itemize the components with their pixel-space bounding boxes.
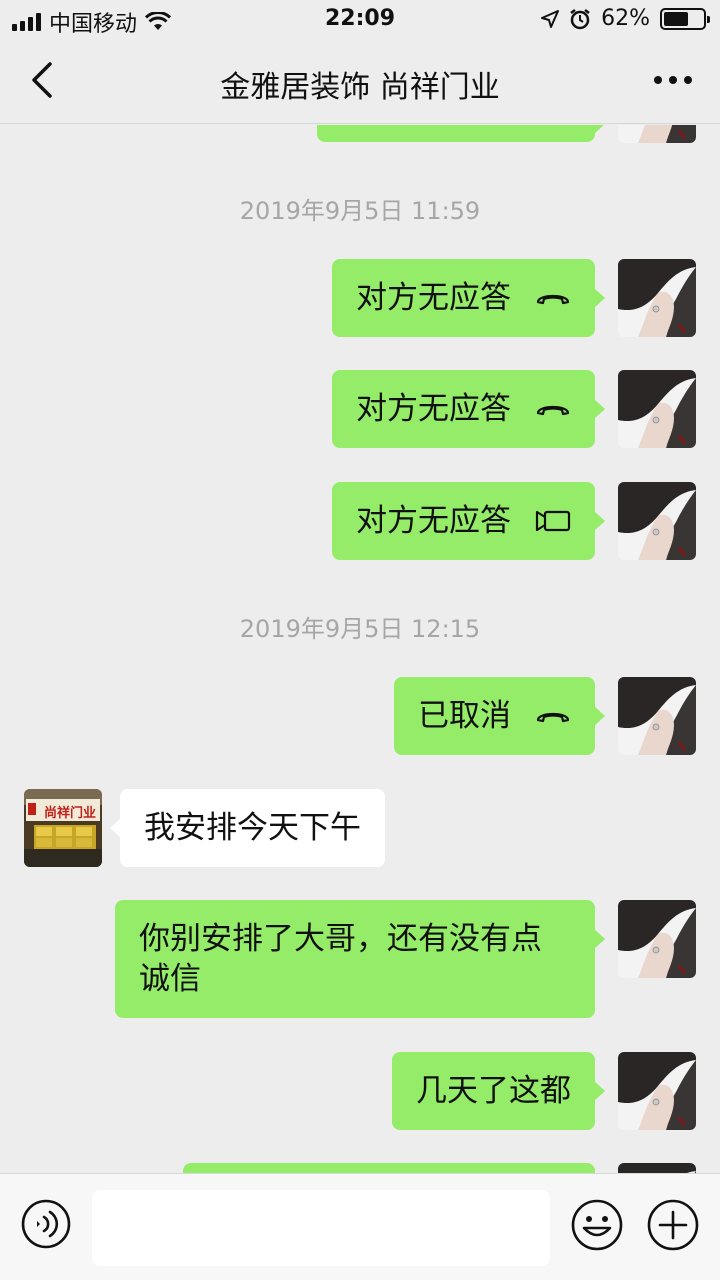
call-status-text: 对方无应答 xyxy=(356,280,511,316)
message-input[interactable] xyxy=(92,1190,550,1266)
timestamp: 2019年9月5日 12:15 xyxy=(239,615,481,643)
avatar-image xyxy=(618,677,696,755)
call-status-text: 对方无应答 xyxy=(356,391,511,427)
avatar-image xyxy=(618,1052,696,1130)
chat-bubble[interactable] xyxy=(317,125,605,142)
location-icon xyxy=(541,9,560,28)
my-avatar[interactable] xyxy=(618,482,696,560)
my-avatar[interactable] xyxy=(618,900,696,978)
chat-title: 金雅居装饰 尚祥门业 xyxy=(220,70,500,105)
timestamp: 2019年9月5日 11:59 xyxy=(239,197,481,225)
chat-bubble[interactable]: 你别安排了大哥，还有没有点诚信 xyxy=(115,900,605,1018)
avatar-image xyxy=(618,259,696,337)
phone-hangup-icon xyxy=(536,294,570,305)
message-list[interactable]: 2019年9月5日 11:59 对方无应答 对方无应答 对方无应答 2019年9… xyxy=(0,125,720,1173)
my-avatar[interactable] xyxy=(618,370,696,448)
avatar-image xyxy=(618,125,696,143)
chat-bubble[interactable]: 几天了这都 xyxy=(392,1052,605,1130)
call-status-text: 对方无应答 xyxy=(356,503,511,539)
status-bar: 中国移动 22:09 62% xyxy=(0,0,720,40)
status-right: 62% xyxy=(541,6,710,31)
my-avatar[interactable] xyxy=(618,1052,696,1130)
chat-bubble[interactable]: 我安排今天下午 xyxy=(110,789,385,867)
my-avatar[interactable] xyxy=(618,125,696,143)
contact-avatar[interactable]: 尚祥门业 xyxy=(24,789,102,867)
plus-icon[interactable] xyxy=(646,1198,700,1252)
avatar-sign-text: 尚祥门业 xyxy=(44,805,96,821)
call-record-bubble[interactable]: 已取消 xyxy=(394,677,605,755)
voice-icon[interactable] xyxy=(20,1198,72,1250)
chat-bubble[interactable] xyxy=(183,1163,595,1173)
call-record-bubble[interactable]: 对方无应答 xyxy=(332,259,605,337)
video-call-icon xyxy=(535,510,571,532)
call-record-bubble[interactable]: 对方无应答 xyxy=(332,482,605,560)
input-bar xyxy=(0,1173,720,1280)
chat-header: 金雅居装饰 尚祥门业 xyxy=(0,40,720,124)
avatar-image xyxy=(618,1163,696,1173)
phone-hangup-icon xyxy=(536,712,570,723)
avatar-image xyxy=(618,370,696,448)
call-status-text: 已取消 xyxy=(418,698,511,734)
phone-hangup-icon xyxy=(536,405,570,416)
avatar-image xyxy=(618,900,696,978)
my-avatar[interactable] xyxy=(618,1163,696,1173)
call-record-bubble[interactable]: 对方无应答 xyxy=(332,370,605,448)
avatar-image xyxy=(618,482,696,560)
my-avatar[interactable] xyxy=(618,259,696,337)
battery-icon xyxy=(660,7,710,30)
battery-percent: 62% xyxy=(601,6,650,31)
more-icon[interactable] xyxy=(650,60,696,100)
my-avatar[interactable] xyxy=(618,677,696,755)
alarm-icon xyxy=(570,8,590,29)
emoji-icon[interactable] xyxy=(570,1198,624,1252)
